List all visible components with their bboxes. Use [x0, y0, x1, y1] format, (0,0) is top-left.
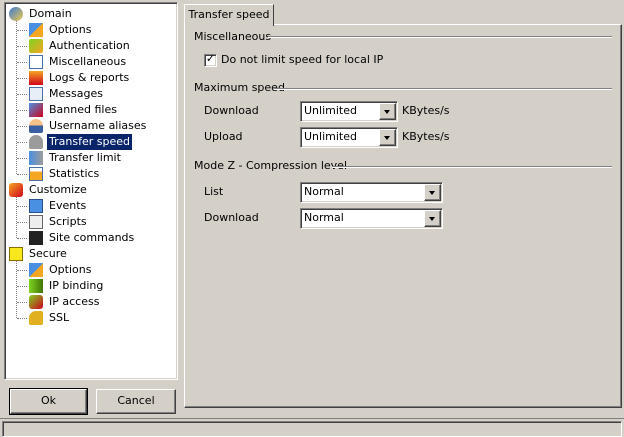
- tree-connector: [17, 238, 27, 239]
- mode-z-divider: [332, 166, 612, 168]
- transfer-speed-icon: [29, 135, 43, 149]
- site-commands-icon: [29, 231, 43, 245]
- events-icon: [29, 199, 43, 213]
- tree-connector: [17, 30, 27, 31]
- mode-z-list-select[interactable]: Normal: [300, 182, 443, 203]
- scripts-icon: [29, 215, 43, 229]
- download-speed-value: Unlimited: [304, 104, 357, 117]
- authentication-icon: [29, 39, 43, 53]
- customize-icon: [9, 183, 23, 197]
- tree-connector: [17, 270, 27, 271]
- mode-z-download-label: Download: [204, 211, 259, 224]
- tree-label: Options: [49, 263, 92, 276]
- tree-connector: [16, 196, 17, 238]
- status-pane: [2, 421, 622, 437]
- tree-connector: [17, 302, 27, 303]
- tree-label: IP binding: [49, 279, 104, 292]
- secure-options-icon: [29, 263, 43, 277]
- tree-label: Miscellaneous: [49, 55, 127, 68]
- tree-label: Options: [49, 23, 92, 36]
- messages-icon: [29, 87, 43, 101]
- local-ip-checkbox[interactable]: ✓: [204, 52, 217, 67]
- chevron-down-icon[interactable]: [379, 103, 396, 120]
- tree-connector: [16, 20, 17, 174]
- upload-speed-value: Unlimited: [304, 130, 357, 143]
- miscellaneous-heading: Miscellaneous: [194, 30, 272, 43]
- maximum-speed-divider: [274, 88, 612, 90]
- ip-access-icon: [29, 295, 43, 309]
- tree-connector: [17, 126, 27, 127]
- maximum-speed-heading: Maximum speed: [194, 81, 285, 94]
- local-ip-checkbox-label[interactable]: Do not limit speed for local IP: [221, 53, 383, 67]
- chevron-down-icon[interactable]: [424, 210, 441, 227]
- username-aliases-icon: [29, 119, 43, 133]
- tree-label: Scripts: [49, 215, 87, 228]
- options-icon: [29, 23, 43, 37]
- mode-z-list-value: Normal: [304, 185, 344, 198]
- upload-speed-unit: KBytes/s: [402, 130, 450, 143]
- tree-connector: [17, 174, 27, 175]
- transfer-limit-icon: [29, 151, 43, 165]
- ok-button[interactable]: Ok: [9, 388, 88, 415]
- tree-label: Events: [49, 199, 87, 212]
- tree-connector: [17, 142, 27, 143]
- tree-connector: [17, 62, 27, 63]
- tree-connector: [17, 46, 27, 47]
- statistics-icon: [29, 167, 43, 181]
- ssl-key-icon: [29, 311, 43, 325]
- download-speed-label: Download: [204, 104, 259, 117]
- mode-z-download-select[interactable]: Normal: [300, 208, 443, 229]
- tree-label: SSL: [49, 311, 70, 324]
- checkmark-icon: ✓: [205, 52, 216, 65]
- upload-speed-label: Upload: [204, 130, 243, 143]
- miscellaneous-icon: [29, 55, 43, 69]
- mode-z-download-value: Normal: [304, 211, 344, 224]
- tree-label: Authentication: [49, 39, 130, 52]
- chevron-down-icon[interactable]: [379, 129, 396, 146]
- secure-icon: [9, 247, 23, 261]
- tree-connector: [17, 110, 27, 111]
- tree-label: IP access: [49, 295, 100, 308]
- tree-label: Domain: [29, 7, 72, 20]
- tree-label: Site commands: [49, 231, 135, 244]
- tree-label: Secure: [29, 247, 67, 260]
- ip-binding-icon: [29, 279, 43, 293]
- miscellaneous-divider: [268, 36, 612, 38]
- mode-z-list-label: List: [204, 185, 224, 198]
- tree-connector: [17, 78, 27, 79]
- logs-icon: [29, 71, 43, 85]
- tree-label: Transfer speed: [47, 134, 132, 150]
- domain-icon: [9, 7, 23, 21]
- tree-label: Banned files: [49, 103, 117, 116]
- tree-label: Logs & reports: [49, 71, 130, 84]
- tree-label: Customize: [29, 183, 87, 196]
- tree-label: Username aliases: [49, 119, 147, 132]
- upload-speed-select[interactable]: Unlimited: [300, 127, 398, 148]
- download-speed-select[interactable]: Unlimited: [300, 101, 398, 122]
- download-speed-unit: KBytes/s: [402, 104, 450, 117]
- tree-connector: [17, 158, 27, 159]
- tree-label: Messages: [49, 87, 103, 100]
- tree-connector: [17, 94, 27, 95]
- tree-connector: [17, 286, 27, 287]
- tree-connector: [17, 206, 27, 207]
- chevron-down-icon[interactable]: [424, 184, 441, 201]
- tree-connector: [17, 318, 27, 319]
- mode-z-heading: Mode Z - Compression level: [194, 159, 347, 172]
- tree-label: Statistics: [49, 167, 100, 180]
- settings-tree[interactable]: Domain Options Authentication Miscellaneous…: [4, 2, 178, 380]
- tab-transfer-speed[interactable]: Transfer speed: [184, 4, 274, 26]
- tree-label: Transfer limit: [49, 151, 121, 164]
- cancel-button[interactable]: Cancel: [96, 389, 176, 414]
- status-bar: [0, 418, 624, 437]
- banned-files-icon: [29, 103, 43, 117]
- tree-connector: [17, 222, 27, 223]
- tree-connector: [16, 260, 17, 318]
